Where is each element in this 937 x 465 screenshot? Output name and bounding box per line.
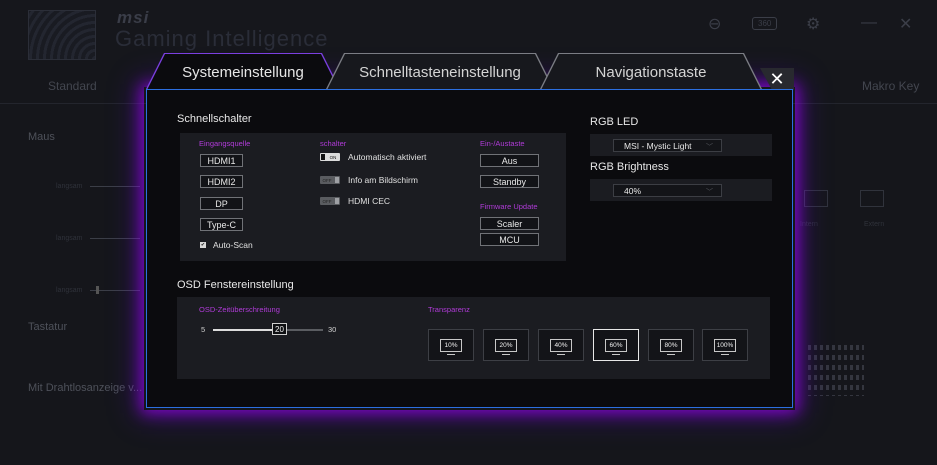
timeout-max: 30 <box>328 325 337 334</box>
monitor-icon: 60% <box>605 338 627 355</box>
chevron-down-icon: ﹀ <box>706 144 713 151</box>
bg-brand-logo: msi <box>117 8 150 27</box>
toggle-osd-info[interactable]: OFF <box>320 176 340 184</box>
section-title-osd: OSD Fenstereinstellung <box>177 279 294 291</box>
bg-slider-label: langsam <box>56 287 83 294</box>
bg-qr-code <box>808 340 864 396</box>
bg-section-wireless: Mit Drahtlosanzeige v... <box>28 382 143 394</box>
input-hdmi1-button[interactable]: HDMI1 <box>200 154 243 167</box>
heading-eingangsquelle: Eingangsquelle <box>199 139 251 148</box>
timeout-slider-handle[interactable]: 20 <box>272 323 287 335</box>
bg-tab-makro-key[interactable]: Makro Key <box>862 79 919 93</box>
close-icon: ✕ <box>769 68 785 89</box>
transparency-60-button[interactable]: 60% <box>593 329 639 361</box>
bg-label-extern: Extern <box>864 221 885 228</box>
input-dp-button[interactable]: DP <box>200 197 243 210</box>
timeout-min: 5 <box>201 325 206 334</box>
monitor-icon: 20% <box>495 338 517 355</box>
bg-close-icon[interactable]: ✕ <box>899 14 912 34</box>
rgb-led-dropdown[interactable]: MSI - Mystic Light ﹀ <box>613 139 722 152</box>
heading-firmware-update: Firmware Update <box>480 202 538 211</box>
input-hdmi2-button[interactable]: HDMI2 <box>200 175 243 188</box>
bg-section-maus: Maus <box>28 131 55 143</box>
power-standby-button[interactable]: Standby <box>480 175 539 188</box>
transparency-20-button[interactable]: 20% <box>483 329 529 361</box>
section-title-schnellschalter: Schnellschalter <box>177 113 252 125</box>
bg-slider[interactable] <box>90 238 140 239</box>
transparency-80-button[interactable]: 80% <box>648 329 694 361</box>
rgb-brightness-value: 40% <box>624 185 642 196</box>
bg-slider-label: langsam <box>56 235 83 242</box>
firmware-mcu-button[interactable]: MCU <box>480 233 539 246</box>
input-type-c-button[interactable]: Type-C <box>200 218 243 231</box>
heading-ein-austaste: Ein-/Austaste <box>480 139 525 148</box>
rgb-led-title: RGB LED <box>590 116 639 128</box>
bg-monitor-intern-icon[interactable] <box>804 190 828 207</box>
rgb-brightness-title: RGB Brightness <box>590 161 669 173</box>
monitor-icon: 100% <box>714 338 736 355</box>
bg-tab-standard[interactable]: Standard <box>48 79 97 93</box>
chevron-down-icon: ﹀ <box>706 189 713 196</box>
tab-schnelltasteneinstellung[interactable]: Schnelltasteneinstellung <box>327 54 553 90</box>
rgb-brightness-dropdown[interactable]: 40% ﹀ <box>613 184 722 197</box>
bg-app-title: Gaming Intelligence <box>115 26 329 51</box>
transparency-10-button[interactable]: 10% <box>428 329 474 361</box>
autoscan-checkbox[interactable]: ✔ <box>200 242 206 248</box>
tab-systemeinstellung[interactable]: Systemeinstellung <box>147 54 339 90</box>
transparency-100-button[interactable]: 100% <box>702 329 748 361</box>
bg-monitor-extern-icon[interactable] <box>860 190 884 207</box>
bg-slider-knob[interactable] <box>96 286 99 294</box>
bg-minimize-icon[interactable]: — <box>861 14 877 32</box>
power-aus-button[interactable]: Aus <box>480 154 539 167</box>
firmware-scaler-button[interactable]: Scaler <box>480 217 539 230</box>
toggle-auto-activate[interactable]: ON <box>320 153 340 161</box>
heading-transparenz: Transparenz <box>428 305 470 314</box>
heading-schalter: schalter <box>320 139 347 148</box>
bg-label-intern: Intern <box>800 221 818 228</box>
monitor-icon: 40% <box>550 338 572 355</box>
autoscan-label: Auto-Scan <box>213 240 253 250</box>
bg-360-badge[interactable]: 360 <box>752 17 778 30</box>
label-auto-activate: Automatisch aktiviert <box>348 152 427 162</box>
label-hdmi-cec: HDMI CEC <box>348 196 391 206</box>
bg-power-icon[interactable]: ⊖ <box>708 14 721 34</box>
toggle-hdmi-cec[interactable]: OFF <box>320 197 340 205</box>
transparency-40-button[interactable]: 40% <box>538 329 584 361</box>
monitor-icon: 80% <box>660 338 682 355</box>
bg-slider-label: langsam <box>56 183 83 190</box>
label-osd-info: Info am Bildschirm <box>348 175 418 185</box>
bg-logo-art <box>28 10 96 60</box>
bg-slider[interactable] <box>90 186 140 187</box>
tab-navigationstaste[interactable]: Navigationstaste <box>541 54 761 90</box>
heading-osd-timeout: OSD-Zeitüberschreitung <box>199 305 280 314</box>
bg-section-tastatur: Tastatur <box>28 321 68 333</box>
timeout-slider-fill <box>213 329 279 331</box>
bg-settings-icon[interactable]: ⚙ <box>806 14 820 34</box>
monitor-icon: 10% <box>440 338 462 355</box>
rgb-led-value: MSI - Mystic Light <box>624 140 692 151</box>
